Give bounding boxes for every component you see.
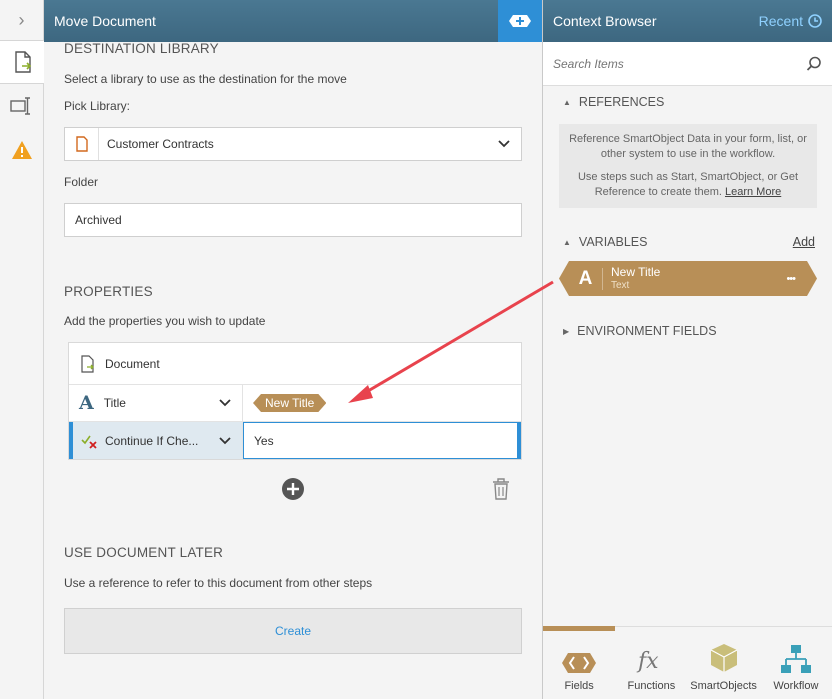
move-document-panel: Move Document DESTINATION LIBRARY Select…: [44, 0, 543, 699]
search-icon[interactable]: [806, 56, 822, 72]
property-value-title[interactable]: New Title: [243, 385, 521, 421]
document-move-icon: [81, 354, 94, 373]
environment-fields-toggle[interactable]: ▶ ENVIRONMENT FIELDS: [563, 324, 815, 338]
property-value: Yes: [254, 433, 274, 448]
variable-name: New Title: [611, 264, 661, 279]
tab-move-document[interactable]: [0, 40, 44, 84]
variable-item-new-title[interactable]: A New Title Text •••: [559, 261, 817, 296]
folder-field[interactable]: Archived: [64, 203, 522, 237]
folder-label: Folder: [64, 175, 99, 189]
smartobject-cube-icon: [710, 644, 737, 672]
library-select[interactable]: Customer Contracts: [64, 127, 522, 161]
environment-fields-heading: ENVIRONMENT FIELDS: [577, 324, 717, 338]
references-note: Reference SmartObject Data in your form,…: [559, 124, 817, 208]
property-select-continue[interactable]: Continue If Che...: [69, 422, 243, 459]
tab-smartobjects[interactable]: SmartObjects: [688, 627, 760, 699]
tab-properties[interactable]: [0, 84, 43, 128]
document-move-icon: [15, 51, 32, 73]
context-browser-header: Context Browser Recent: [543, 0, 832, 42]
create-label: Create: [274, 624, 312, 638]
variable-type: Text: [611, 279, 630, 291]
chevron-down-icon: [219, 436, 231, 444]
properties-table-header: Document: [69, 343, 521, 385]
caret-right-icon: ▶: [563, 326, 570, 336]
table-row: A Title New Title: [69, 385, 521, 422]
tab-workflow[interactable]: Workflow: [760, 627, 832, 699]
tab-label: SmartObjects: [690, 680, 757, 692]
panel-header: Move Document: [44, 0, 542, 42]
caret-down-icon: ▲: [563, 237, 571, 247]
chevron-down-icon: [219, 399, 231, 407]
tab-label: Functions: [627, 680, 676, 692]
recent-button[interactable]: Recent: [759, 13, 822, 29]
destination-library-heading: DESTINATION LIBRARY: [64, 41, 219, 56]
left-rail: ›: [0, 0, 44, 699]
context-tabs: Fields fx Functions SmartObjects Workflo…: [543, 626, 832, 699]
create-button[interactable]: Create: [64, 608, 522, 654]
fields-icon: [562, 653, 597, 673]
tab-fields[interactable]: Fields: [543, 626, 616, 699]
text-type-icon: A: [79, 392, 94, 414]
variable-token[interactable]: New Title: [253, 394, 326, 412]
learn-more-link[interactable]: Learn More: [725, 186, 781, 198]
function-fx-icon: fx: [636, 649, 659, 674]
variables-heading: VARIABLES: [578, 235, 648, 249]
panel-title: Move Document: [54, 13, 156, 29]
search-bar: [543, 42, 832, 86]
references-heading: REFERENCES: [578, 95, 665, 109]
add-property-icon[interactable]: [281, 477, 305, 501]
tab-label: Workflow: [773, 680, 819, 692]
references-section-toggle[interactable]: ▲ REFERENCES: [563, 95, 815, 109]
property-value-continue[interactable]: Yes: [243, 422, 521, 459]
use-document-later-description: Use a reference to refer to this documen…: [64, 576, 373, 590]
property-select-title[interactable]: A Title: [69, 385, 243, 421]
variables-section-toggle[interactable]: ▲ VARIABLES Add: [563, 235, 815, 249]
property-name: Continue If Che...: [105, 433, 199, 448]
add-plus-icon: [509, 15, 531, 27]
warning-icon: [11, 141, 32, 159]
caret-down-icon: ▲: [563, 97, 571, 107]
properties-heading: PROPERTIES: [64, 284, 153, 299]
tab-warnings[interactable]: [0, 128, 43, 172]
references-note-text: Reference SmartObject Data in your form,…: [569, 133, 807, 160]
context-browser-title: Context Browser: [553, 13, 657, 29]
pick-library-label: Pick Library:: [64, 99, 131, 113]
trash-icon[interactable]: [491, 477, 511, 501]
properties-table: Document A Title New Title Continue If C…: [68, 342, 522, 460]
library-icon: [65, 128, 99, 160]
text-type-icon: A: [569, 268, 603, 290]
check-cross-icon: [81, 435, 97, 449]
text-field-icon: [9, 97, 30, 115]
context-browser-panel: Context Browser Recent ▲ REFERENCES Refe…: [543, 0, 832, 699]
tab-functions[interactable]: fx Functions: [615, 627, 687, 699]
workflow-tree-icon: [780, 645, 811, 673]
clock-icon: [808, 14, 822, 28]
add-step-button[interactable]: [498, 0, 542, 42]
library-value: Customer Contracts: [107, 137, 214, 151]
use-document-later-heading: USE DOCUMENT LATER: [64, 545, 224, 560]
expand-chevron-icon[interactable]: ›: [0, 0, 43, 40]
svg-text:fx: fx: [636, 649, 659, 674]
table-row: Continue If Che... Yes: [69, 422, 521, 459]
search-input[interactable]: [553, 56, 806, 71]
recent-label: Recent: [758, 13, 803, 29]
folder-value: Archived: [75, 213, 122, 227]
tab-label: Fields: [564, 680, 594, 692]
add-variable-link[interactable]: Add: [793, 235, 815, 249]
destination-description: Select a library to use as the destinati…: [64, 72, 347, 86]
more-options-icon[interactable]: •••: [786, 273, 795, 285]
properties-description: Add the properties you wish to update: [64, 314, 266, 328]
property-name: Title: [103, 396, 126, 410]
chevron-down-icon: [498, 140, 510, 148]
document-label: Document: [105, 356, 160, 371]
